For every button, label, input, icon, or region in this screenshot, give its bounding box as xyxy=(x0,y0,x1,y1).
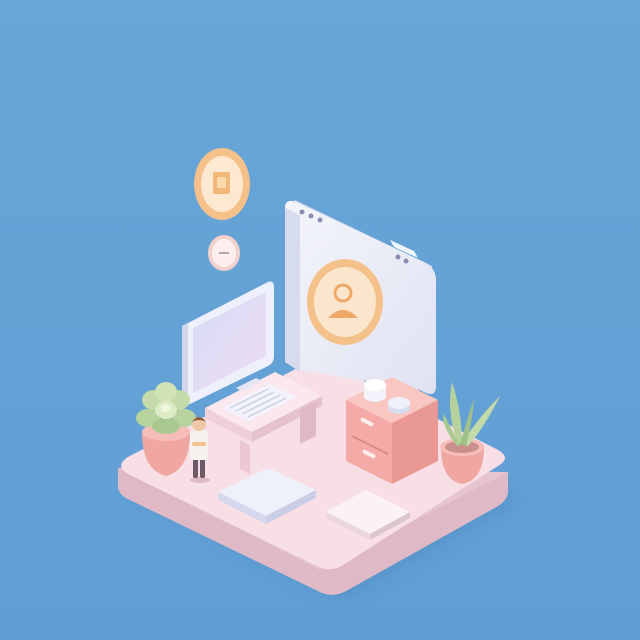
window-dot-icon xyxy=(299,209,305,215)
illustration-canvas xyxy=(0,0,640,640)
window-dot-icon xyxy=(308,213,314,219)
window-dot-icon xyxy=(317,217,323,223)
avatar-badge xyxy=(307,259,383,345)
isometric-workspace-illustration xyxy=(0,0,640,640)
floating-small-bubble xyxy=(208,235,240,271)
floating-chip-bubble xyxy=(194,148,250,220)
dash-icon xyxy=(219,252,229,254)
window-dot-icon xyxy=(403,258,409,264)
window-dot-icon xyxy=(395,254,401,260)
